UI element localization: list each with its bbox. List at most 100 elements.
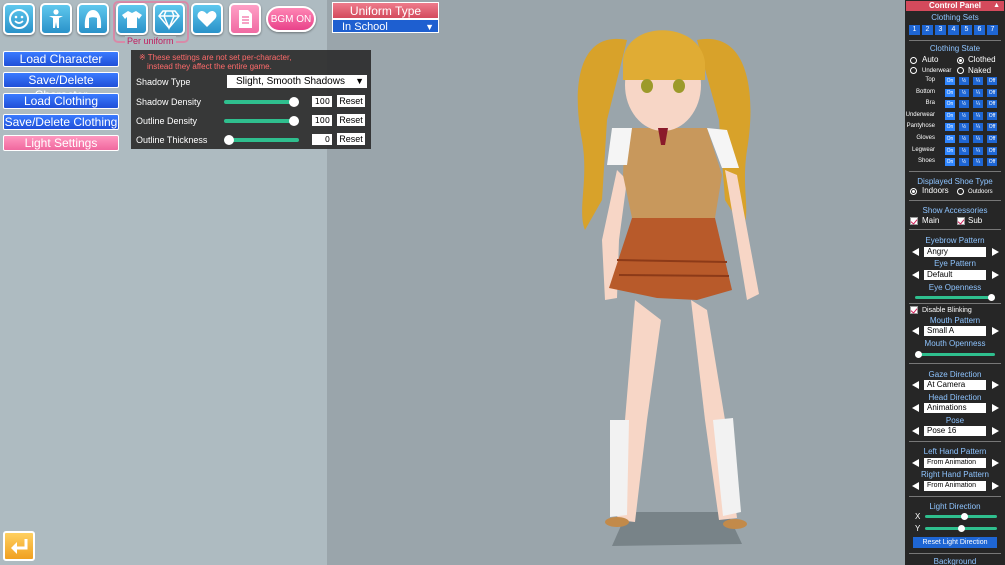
clothing-state-toggle[interactable]: ½ [959, 158, 969, 167]
save-delete-clothing-button[interactable]: Save/Delete Clothing [3, 114, 119, 130]
accessory-button[interactable] [153, 3, 185, 35]
eye-prev-button[interactable] [912, 271, 919, 279]
clothing-state-toggle[interactable]: On [945, 77, 955, 85]
clothing-state-toggle[interactable]: ½ [959, 123, 969, 132]
eye-next-button[interactable] [992, 271, 999, 279]
body-button[interactable] [40, 3, 72, 35]
outline-thickness-value[interactable]: 0 [312, 134, 332, 145]
gaze-prev-button[interactable] [912, 381, 919, 389]
sub-accessory-checkbox[interactable] [957, 217, 965, 225]
outline-density-reset-button[interactable]: Reset [337, 114, 365, 126]
outline-density-slider[interactable] [224, 116, 299, 126]
clothing-state-toggle[interactable]: On [945, 158, 955, 167]
clothing-state-toggle[interactable]: ¼ [973, 123, 983, 132]
load-character-button[interactable]: Load Character [3, 51, 119, 67]
clothing-state-toggle[interactable]: On [945, 146, 955, 155]
eye-openness-slider[interactable] [915, 294, 995, 301]
clothing-state-toggle[interactable]: Off [987, 100, 997, 109]
clothing-state-toggle[interactable]: ½ [959, 146, 969, 155]
clothing-state-toggle[interactable]: ¼ [973, 100, 983, 109]
mouth-next-button[interactable] [992, 327, 999, 335]
slider-handle[interactable] [960, 513, 968, 520]
load-clothing-button[interactable]: Load Clothing [3, 93, 119, 109]
clothing-state-toggle[interactable]: ½ [959, 88, 969, 97]
clothing-state-toggle[interactable]: Off [987, 111, 997, 120]
clothing-set-button[interactable]: 5 [961, 25, 972, 35]
disable-blinking-checkbox[interactable] [910, 306, 918, 314]
clothing-state-toggle[interactable]: On [945, 111, 955, 120]
clothing-set-button[interactable]: 7 [987, 25, 998, 35]
underwear-radio[interactable] [910, 67, 917, 74]
clothing-set-button[interactable]: 6 [974, 25, 985, 35]
slider-handle[interactable] [957, 525, 965, 532]
save-delete-character-button[interactable]: Save/Delete Character [3, 72, 119, 102]
clothing-state-toggle[interactable]: On [945, 88, 955, 97]
clothing-state-toggle[interactable]: Off [987, 123, 997, 132]
slider-handle[interactable] [988, 294, 995, 301]
slider-handle[interactable] [224, 135, 234, 145]
eyebrow-prev-button[interactable] [912, 248, 919, 256]
outline-density-value[interactable]: 100 [312, 115, 332, 126]
clothing-state-toggle[interactable]: ½ [959, 77, 969, 85]
clothing-state-toggle[interactable]: ½ [959, 100, 969, 109]
shadow-density-value[interactable]: 100 [312, 96, 332, 107]
clothing-set-button[interactable]: 1 [909, 25, 920, 35]
clothing-state-toggle[interactable]: On [945, 100, 955, 109]
outdoors-radio[interactable] [957, 188, 964, 195]
main-accessory-checkbox[interactable] [910, 217, 918, 225]
auto-radio[interactable] [910, 57, 917, 64]
clothing-button[interactable] [116, 3, 148, 35]
head-prev-button[interactable] [912, 404, 919, 412]
left-hand-next-button[interactable] [992, 459, 999, 467]
eyebrow-next-button[interactable] [992, 248, 999, 256]
light-settings-button[interactable]: Light Settings [3, 135, 119, 151]
left-hand-prev-button[interactable] [912, 459, 919, 467]
slider-handle[interactable] [289, 97, 299, 107]
slider-handle[interactable] [915, 351, 922, 358]
clothing-state-toggle[interactable]: Off [987, 158, 997, 167]
head-next-button[interactable] [992, 404, 999, 412]
clothing-state-toggle[interactable]: ¼ [973, 135, 983, 143]
clothing-state-toggle[interactable]: ¼ [973, 111, 983, 120]
clothing-state-toggle[interactable]: ¼ [973, 158, 983, 167]
affection-button[interactable] [191, 3, 223, 35]
clothing-state-toggle[interactable]: On [945, 123, 955, 132]
clothing-state-toggle[interactable]: Off [987, 88, 997, 97]
right-hand-next-button[interactable] [992, 482, 999, 490]
shadow-type-select[interactable]: Slight, Smooth Shadows ▼ [227, 75, 367, 88]
clothing-state-toggle[interactable]: ¼ [973, 146, 983, 155]
indoors-radio[interactable] [910, 188, 917, 195]
clothing-state-toggle[interactable]: On [945, 135, 955, 143]
clothing-state-toggle[interactable]: Off [987, 135, 997, 143]
light-y-slider[interactable] [925, 525, 997, 532]
hair-button[interactable] [77, 3, 109, 35]
clothing-state-toggle[interactable]: ¼ [973, 88, 983, 97]
reset-light-direction-button[interactable]: Reset Light Direction [913, 537, 997, 548]
outline-thickness-reset-button[interactable]: Reset [337, 133, 365, 145]
uniform-type-select[interactable]: In School ▼ [332, 19, 439, 33]
pose-next-button[interactable] [992, 427, 999, 435]
clothing-state-toggle[interactable]: Off [987, 146, 997, 155]
clothing-state-toggle[interactable]: ¼ [973, 77, 983, 85]
gaze-next-button[interactable] [992, 381, 999, 389]
slider-handle[interactable] [289, 116, 299, 126]
mouth-prev-button[interactable] [912, 327, 919, 335]
naked-radio[interactable] [957, 67, 964, 74]
pose-prev-button[interactable] [912, 427, 919, 435]
shadow-density-reset-button[interactable]: Reset [337, 95, 365, 107]
control-panel-header[interactable]: Control Panel ▲ [906, 1, 1004, 11]
right-hand-prev-button[interactable] [912, 482, 919, 490]
clothing-state-toggle[interactable]: Off [987, 77, 997, 85]
bgm-toggle-button[interactable]: BGM ON [266, 6, 316, 32]
back-button[interactable] [3, 531, 35, 561]
light-x-slider[interactable] [925, 513, 997, 520]
clothing-state-toggle[interactable]: ½ [959, 111, 969, 120]
outline-thickness-slider[interactable] [224, 135, 299, 145]
clothing-state-toggle[interactable]: ½ [959, 135, 969, 143]
profile-button[interactable] [229, 3, 261, 35]
face-button[interactable] [3, 3, 35, 35]
character-viewport[interactable] [327, 0, 905, 565]
clothing-set-button[interactable]: 2 [922, 25, 933, 35]
shadow-density-slider[interactable] [224, 97, 299, 107]
clothing-set-button[interactable]: 3 [935, 25, 946, 35]
